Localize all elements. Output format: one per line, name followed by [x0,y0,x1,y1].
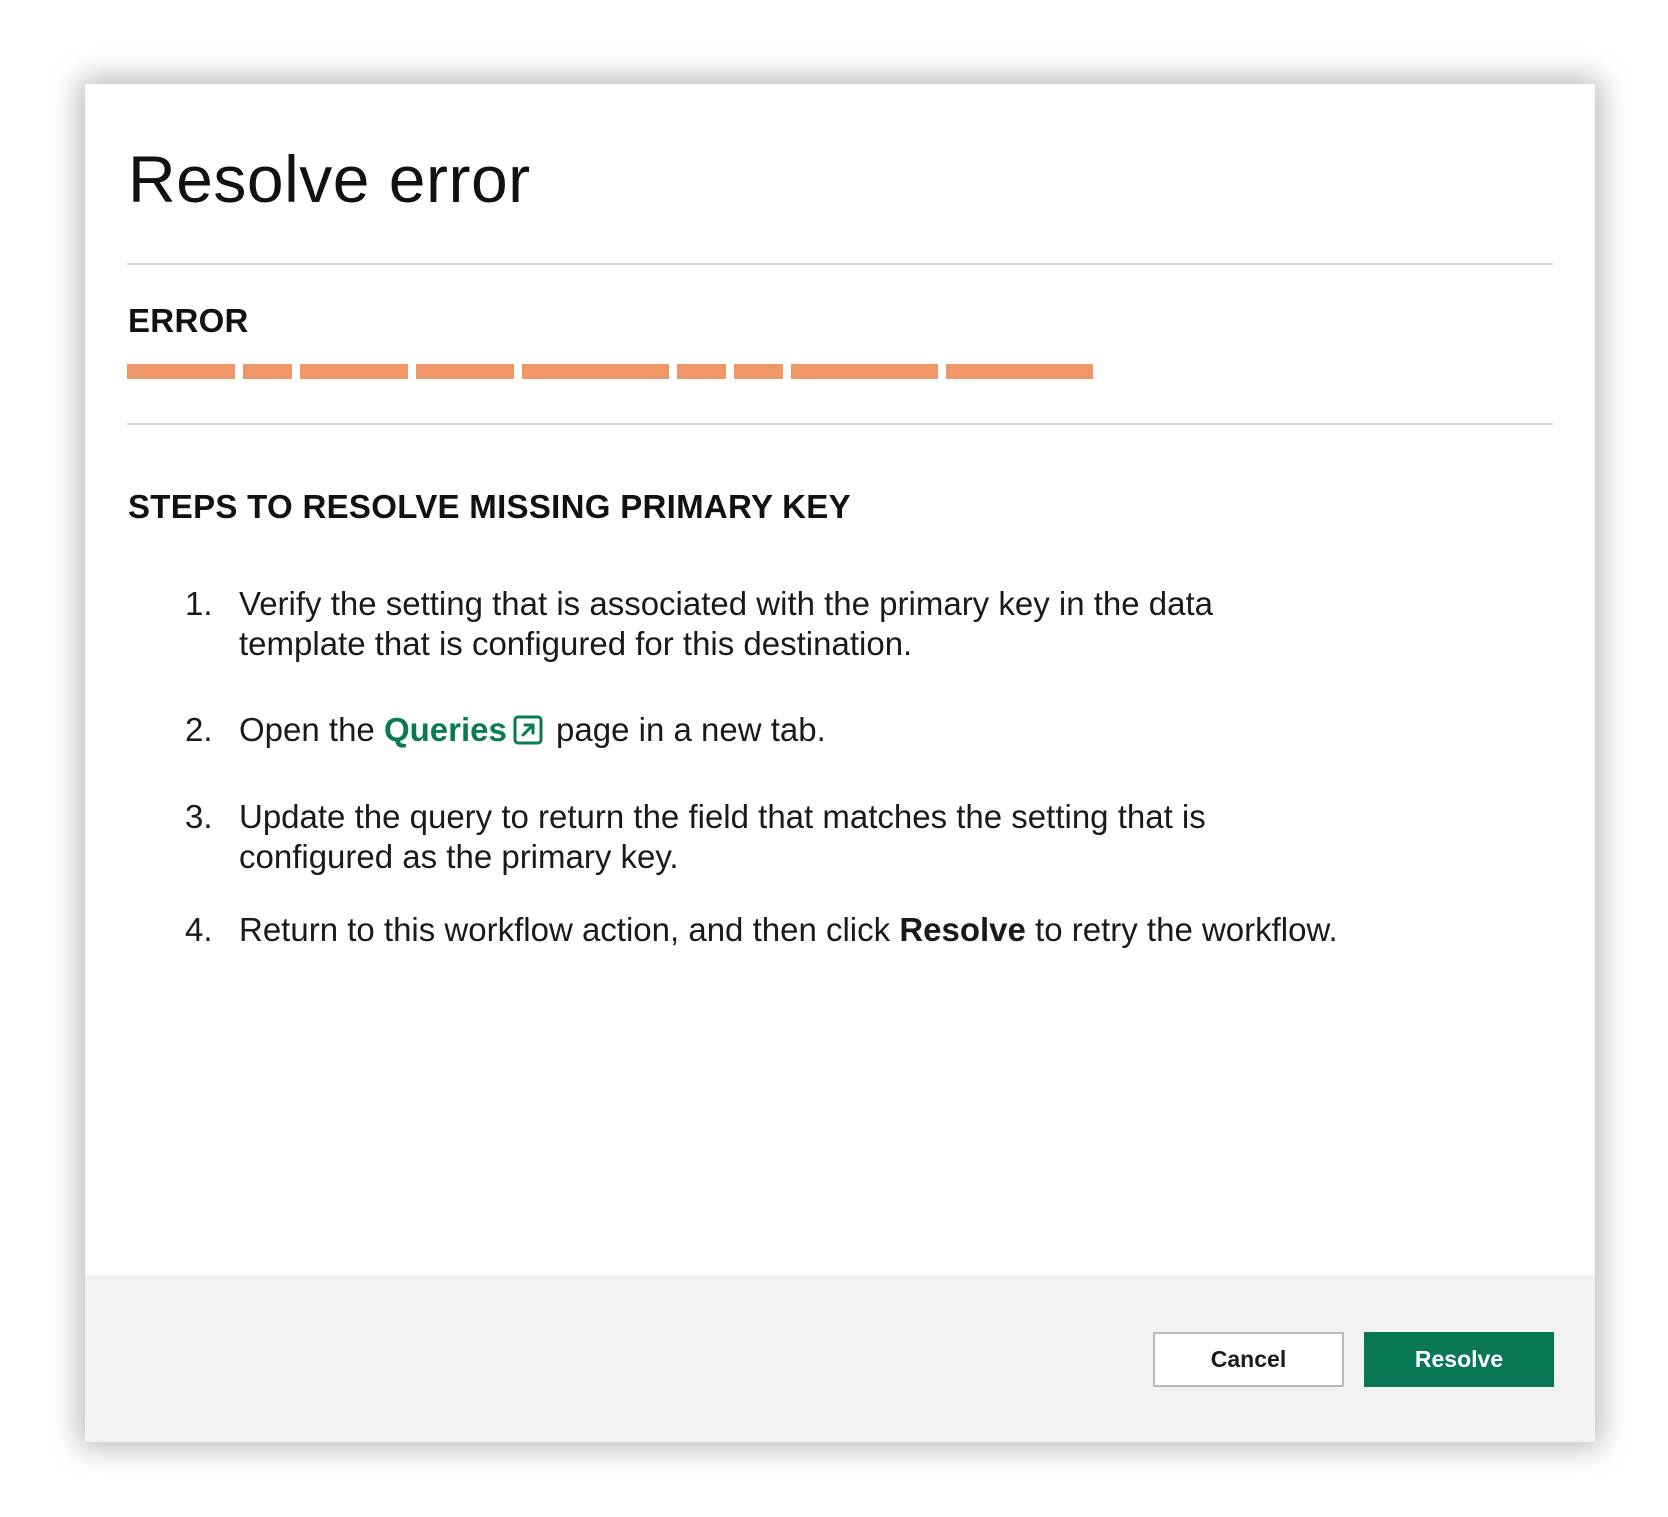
external-link-icon [513,714,543,754]
redaction-segment [734,364,783,379]
step-text: Update the query to return the field tha… [239,798,1206,875]
step-item: 3. Update the query to return the field … [185,797,1345,877]
step-item: 1. Verify the setting that is associated… [185,584,1345,664]
resolve-button[interactable]: Resolve [1364,1332,1554,1387]
step-number: 1. [185,585,213,622]
step-number: 3. [185,798,213,835]
redaction-segment [243,364,292,379]
steps-list: 1. Verify the setting that is associated… [185,584,1345,950]
cancel-button[interactable]: Cancel [1153,1332,1344,1387]
queries-link-label: Queries [383,711,507,748]
step-item: 4. Return to this workflow action, and t… [185,910,1345,950]
queries-link[interactable]: Queries [384,711,547,748]
step-text-before: Return to this workflow action, and then… [239,911,891,948]
step-text-after: page in a new tab. [556,711,826,748]
redaction-segment [946,364,1093,379]
step-text-before: Open the [239,711,375,748]
steps-heading: STEPS TO RESOLVE MISSING PRIMARY KEY [128,488,851,525]
step-item: 2. Open the Queries page in a new tab. [185,710,1345,754]
redaction-segment [300,364,408,379]
redaction-segment [677,364,726,379]
dialog-footer: Cancel Resolve [85,1275,1595,1442]
redaction-segment [522,364,669,379]
redacted-error-message [127,364,1093,379]
step-number: 2. [185,711,213,748]
step-text-after: to retry the workflow. [1035,911,1338,948]
title-divider [127,263,1553,265]
error-label: ERROR [128,302,249,339]
resolve-emphasis: Resolve [899,911,1026,948]
redaction-segment [127,364,235,379]
redaction-segment [791,364,938,379]
resolve-error-dialog: Resolve error ERROR STEPS TO RESOLVE MIS… [85,84,1595,1442]
dialog-title: Resolve error [128,142,531,216]
step-number: 4. [185,911,213,948]
redaction-segment [416,364,514,379]
error-divider [127,423,1553,425]
step-text: Verify the setting that is associated wi… [239,585,1213,662]
